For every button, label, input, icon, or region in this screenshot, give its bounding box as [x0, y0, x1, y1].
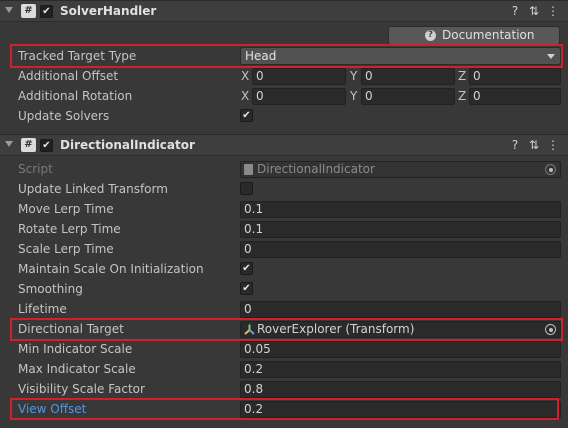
object-picker-icon[interactable]: [545, 324, 556, 335]
transform-icon: [244, 324, 255, 335]
update-solvers-label: Update Solvers: [18, 109, 110, 123]
maintain-scale-label: Maintain Scale On Initialization: [18, 262, 204, 276]
max-indicator-scale-field[interactable]: 0.2: [240, 361, 561, 378]
tracked-target-type-label: Tracked Target Type: [18, 49, 137, 63]
foldout-arrow-icon[interactable]: [5, 7, 13, 13]
component-title: DirectionalIndicator: [60, 138, 195, 152]
directional-indicator-enabled-checkbox[interactable]: ✔: [40, 139, 53, 152]
directional-target-value: RoverExplorer (Transform): [257, 322, 415, 336]
view-offset-field[interactable]: 0.2: [240, 401, 561, 418]
script-value: DirectionalIndicator: [257, 162, 375, 176]
move-lerp-time-label: Move Lerp Time: [18, 202, 114, 216]
object-picker-icon: [545, 164, 556, 175]
scale-lerp-time-field[interactable]: 0: [240, 241, 561, 258]
max-indicator-scale-label: Max Indicator Scale: [18, 362, 136, 376]
maintain-scale-checkbox[interactable]: ✔: [240, 262, 253, 275]
solver-handler-enabled-checkbox[interactable]: ✔: [40, 5, 53, 18]
context-menu-icon[interactable]: ⋮: [545, 137, 561, 153]
smoothing-checkbox[interactable]: ✔: [240, 282, 253, 295]
smoothing-label: Smoothing: [18, 282, 83, 296]
context-menu-icon[interactable]: ⋮: [545, 3, 561, 19]
lifetime-label: Lifetime: [18, 302, 67, 316]
additional-rotation-label: Additional Rotation: [18, 89, 133, 103]
x-axis-label: X: [241, 89, 250, 103]
visibility-scale-factor-field[interactable]: 0.8: [240, 381, 561, 398]
documentation-label: Documentation: [442, 28, 535, 42]
documentation-button[interactable]: ? Documentation: [388, 26, 560, 45]
rotate-lerp-time-label: Rotate Lerp Time: [18, 222, 121, 236]
additional-rotation-x-field[interactable]: 0: [252, 88, 346, 105]
component-title: SolverHandler: [60, 4, 157, 18]
help-icon[interactable]: ?: [507, 3, 523, 19]
script-file-icon: [244, 164, 253, 175]
y-axis-label: Y: [350, 89, 358, 103]
script-label: Script: [18, 162, 53, 176]
min-indicator-scale-field[interactable]: 0.05: [240, 341, 561, 358]
z-axis-label: Z: [458, 69, 467, 83]
scale-lerp-time-label: Scale Lerp Time: [18, 242, 114, 256]
additional-offset-label: Additional Offset: [18, 69, 119, 83]
x-axis-label: X: [241, 69, 250, 83]
directional-target-field[interactable]: RoverExplorer (Transform): [240, 321, 561, 338]
directional-indicator-header[interactable]: # ✔ DirectionalIndicator ? ⇅ ⋮: [0, 134, 568, 156]
min-indicator-scale-label: Min Indicator Scale: [18, 342, 133, 356]
additional-offset-z-field[interactable]: 0: [469, 68, 561, 85]
update-linked-transform-label: Update Linked Transform: [18, 182, 168, 196]
additional-offset-vector: X 0 Y 0 Z 0: [240, 68, 562, 85]
script-component-icon: #: [21, 4, 36, 18]
z-axis-label: Z: [458, 89, 467, 103]
solver-handler-header[interactable]: # ✔ SolverHandler ? ⇅ ⋮: [0, 0, 568, 22]
additional-rotation-y-field[interactable]: 0: [361, 88, 455, 105]
additional-rotation-vector: X 0 Y 0 Z 0: [240, 88, 562, 105]
y-axis-label: Y: [350, 69, 358, 83]
additional-offset-y-field[interactable]: 0: [361, 68, 455, 85]
presets-icon[interactable]: ⇅: [526, 137, 542, 153]
additional-rotation-z-field[interactable]: 0: [469, 88, 561, 105]
lifetime-field[interactable]: 0: [240, 301, 561, 318]
rotate-lerp-time-field[interactable]: 0.1: [240, 221, 561, 238]
foldout-arrow-icon[interactable]: [5, 141, 13, 147]
update-linked-transform-checkbox[interactable]: [240, 182, 253, 195]
script-component-icon: #: [21, 138, 36, 152]
dropdown-value: Head: [245, 49, 277, 63]
view-offset-label: View Offset: [18, 402, 87, 416]
script-field[interactable]: DirectionalIndicator: [240, 161, 561, 178]
directional-target-label: Directional Target: [18, 322, 124, 336]
help-icon[interactable]: ?: [507, 137, 523, 153]
tracked-target-type-dropdown[interactable]: Head: [240, 47, 561, 65]
chevron-down-icon: [547, 54, 555, 59]
presets-icon[interactable]: ⇅: [526, 3, 542, 19]
move-lerp-time-field[interactable]: 0.1: [240, 201, 561, 218]
update-solvers-checkbox[interactable]: ✔: [240, 109, 253, 122]
additional-offset-x-field[interactable]: 0: [252, 68, 346, 85]
visibility-scale-factor-label: Visibility Scale Factor: [18, 382, 145, 396]
help-icon: ?: [425, 30, 436, 41]
